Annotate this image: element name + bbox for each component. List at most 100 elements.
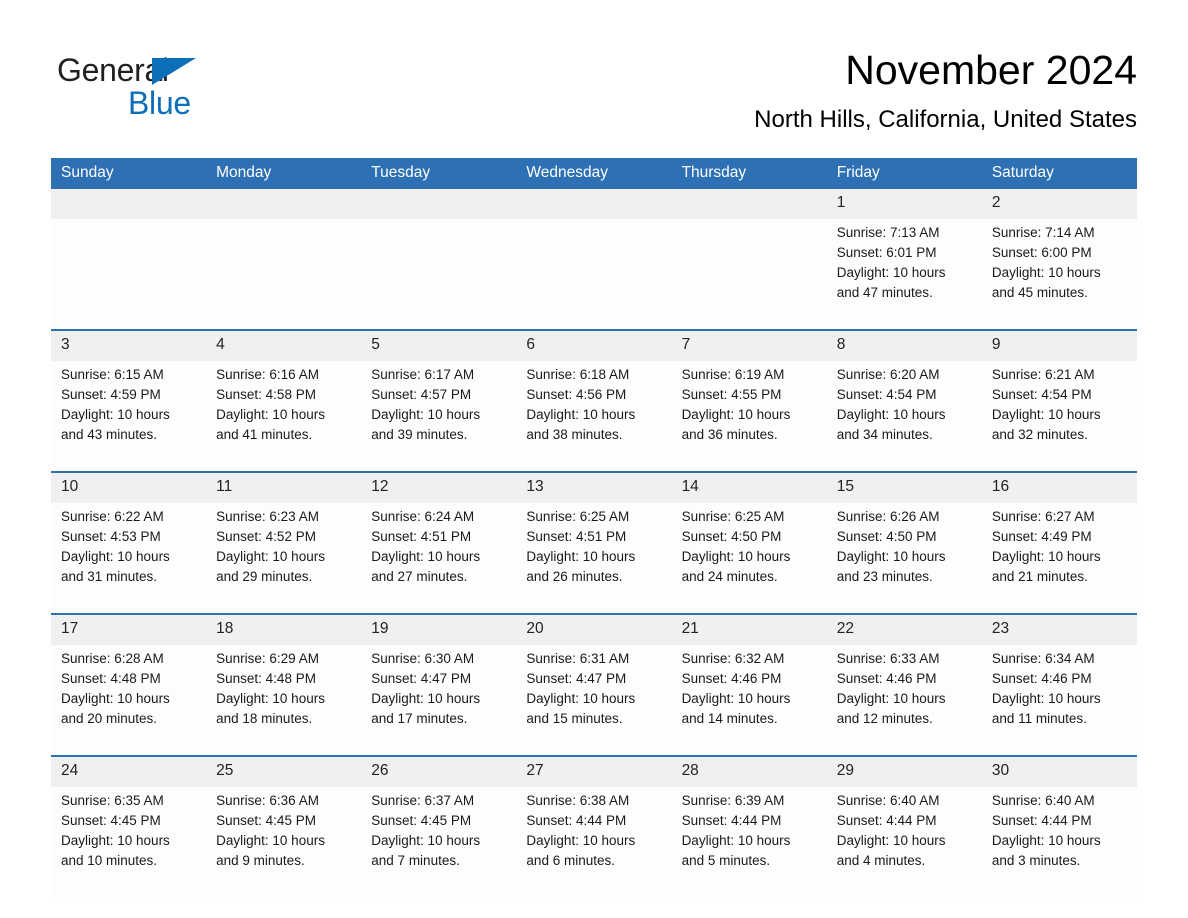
day-daylight-text: and 39 minutes. [371, 427, 468, 442]
day-number[interactable]: 23 [981, 613, 1137, 645]
day-daylight-text: and 10 minutes. [61, 853, 158, 868]
day-cell: Sunrise: 6:29 AM Sunset: 4:48 PM Daylight:… [206, 645, 362, 756]
generalblue-logo[interactable]: General Blue [57, 52, 277, 122]
day-daylight-text: and 20 minutes. [61, 711, 158, 726]
day-number[interactable]: 29 [826, 755, 982, 787]
day-daylight-text: and 24 minutes. [681, 569, 778, 584]
day-number[interactable]: 5 [361, 329, 517, 361]
day-daylight-text: and 18 minutes. [216, 711, 313, 726]
day-sunrise-text: Sunrise: 6:40 AM [991, 793, 1095, 808]
day-sunrise-text: Sunrise: 6:29 AM [216, 651, 319, 666]
day-cell: Sunrise: 6:27 AM Sunset: 4:49 PM Daylight:… [981, 503, 1137, 614]
day-daylight-text: and 23 minutes. [836, 569, 933, 584]
day-sunset-text: Sunset: 4:51 PM [371, 529, 472, 544]
day-number[interactable]: 22 [826, 613, 982, 645]
day-daylight-text: Daylight: 10 hours [836, 691, 946, 706]
page-title: November 2024 [845, 47, 1137, 93]
day-sunset-text: Sunset: 4:47 PM [371, 671, 472, 686]
week-detail-row: Sunrise: 6:22 AM Sunset: 4:53 PM Daylight:… [51, 503, 1137, 614]
weekday-header-friday: Friday [826, 158, 982, 189]
day-number[interactable]: 24 [51, 755, 207, 787]
day-sunset-text: Sunset: 6:00 PM [991, 245, 1092, 260]
day-number[interactable]: 9 [981, 329, 1137, 361]
day-sunset-text: Sunset: 4:45 PM [61, 813, 161, 828]
day-number[interactable]: 7 [671, 329, 827, 361]
day-sunset-text: Sunset: 4:45 PM [216, 813, 316, 828]
day-daylight-text: Daylight: 10 hours [526, 691, 636, 706]
day-daylight-text: Daylight: 10 hours [216, 833, 325, 848]
day-daylight-text: Daylight: 10 hours [681, 691, 791, 706]
day-daylight-text: and 47 minutes. [836, 285, 933, 300]
day-number[interactable]: 4 [206, 329, 362, 361]
day-sunset-text: Sunset: 4:50 PM [836, 529, 937, 544]
day-number[interactable]: 6 [516, 329, 672, 361]
day-cell: Sunrise: 6:30 AM Sunset: 4:47 PM Daylight:… [361, 645, 517, 756]
day-sunset-text: Sunset: 4:59 PM [61, 387, 161, 402]
day-number[interactable]: 17 [51, 613, 207, 645]
week-detail-row: Sunrise: 7:13 AM Sunset: 6:01 PM Daylight:… [51, 219, 1137, 330]
day-daylight-text: and 34 minutes. [836, 427, 933, 442]
day-daylight-text: Daylight: 10 hours [61, 407, 170, 422]
day-cell: Sunrise: 6:37 AM Sunset: 4:45 PM Daylight:… [361, 787, 517, 897]
day-sunset-text: Sunset: 4:56 PM [526, 387, 627, 402]
day-number[interactable]: 28 [671, 755, 827, 787]
day-number[interactable]: 26 [361, 755, 517, 787]
day-sunrise-text: Sunrise: 6:37 AM [371, 793, 475, 808]
day-number[interactable]: 15 [826, 471, 982, 503]
day-daylight-text: Daylight: 10 hours [61, 833, 170, 848]
day-sunset-text: Sunset: 4:53 PM [61, 529, 161, 544]
day-daylight-text: Daylight: 10 hours [216, 549, 325, 564]
day-number[interactable]: 12 [361, 471, 517, 503]
day-sunset-text: Sunset: 4:44 PM [991, 813, 1092, 828]
day-sunset-text: Sunset: 4:50 PM [681, 529, 782, 544]
day-sunset-text: Sunset: 4:55 PM [681, 387, 782, 402]
day-number[interactable]: 14 [671, 471, 827, 503]
day-sunrise-text: Sunrise: 6:18 AM [526, 367, 630, 382]
day-number[interactable]: 2 [981, 189, 1137, 219]
day-sunset-text: Sunset: 4:44 PM [681, 813, 782, 828]
day-daylight-text: Daylight: 10 hours [836, 549, 946, 564]
day-number[interactable]: 18 [206, 613, 362, 645]
day-number[interactable]: 1 [826, 189, 982, 219]
day-number[interactable]: 30 [981, 755, 1137, 787]
day-number[interactable]: 21 [671, 613, 827, 645]
day-sunrise-text: Sunrise: 6:40 AM [836, 793, 940, 808]
weekday-header-monday: Monday [206, 158, 362, 189]
week-number-row: 12 [51, 189, 1137, 219]
day-daylight-text: Daylight: 10 hours [61, 549, 170, 564]
day-sunset-text: Sunset: 4:45 PM [371, 813, 472, 828]
day-daylight-text: Daylight: 10 hours [371, 407, 481, 422]
day-daylight-text: Daylight: 10 hours [371, 833, 481, 848]
day-number[interactable]: 10 [51, 471, 207, 503]
day-sunrise-text: Sunrise: 7:13 AM [836, 225, 940, 240]
day-number[interactable]: 27 [516, 755, 672, 787]
day-sunrise-text: Sunrise: 6:34 AM [991, 651, 1095, 666]
day-cell: Sunrise: 6:25 AM Sunset: 4:51 PM Daylight:… [516, 503, 672, 614]
day-number[interactable]: 20 [516, 613, 672, 645]
day-number[interactable]: 11 [206, 471, 362, 503]
day-sunset-text: Sunset: 4:49 PM [991, 529, 1092, 544]
day-daylight-text: and 6 minutes. [526, 853, 615, 868]
day-daylight-text: and 29 minutes. [216, 569, 313, 584]
day-cell: Sunrise: 6:35 AM Sunset: 4:45 PM Daylight:… [51, 787, 207, 897]
day-number[interactable]: 13 [516, 471, 672, 503]
day-cell: Sunrise: 6:24 AM Sunset: 4:51 PM Daylight:… [361, 503, 517, 614]
day-number[interactable]: 19 [361, 613, 517, 645]
day-sunset-text: Sunset: 6:01 PM [836, 245, 937, 260]
day-sunrise-text: Sunrise: 6:28 AM [61, 651, 164, 666]
day-sunrise-text: Sunrise: 6:17 AM [371, 367, 475, 382]
day-cell: Sunrise: 6:40 AM Sunset: 4:44 PM Daylight:… [826, 787, 982, 897]
day-number[interactable]: 8 [826, 329, 982, 361]
day-sunrise-text: Sunrise: 6:32 AM [681, 651, 785, 666]
logo-triangle-icon [152, 58, 196, 85]
day-cell-empty [206, 219, 362, 330]
day-number[interactable]: 3 [51, 329, 207, 361]
day-number[interactable]: 16 [981, 471, 1137, 503]
day-cell: Sunrise: 6:31 AM Sunset: 4:47 PM Daylight:… [516, 645, 672, 756]
day-number-empty [51, 189, 207, 219]
day-daylight-text: and 9 minutes. [216, 853, 305, 868]
day-cell: Sunrise: 6:22 AM Sunset: 4:53 PM Daylight:… [51, 503, 207, 614]
day-cell: Sunrise: 6:18 AM Sunset: 4:56 PM Daylight:… [516, 361, 672, 472]
day-number[interactable]: 25 [206, 755, 362, 787]
day-daylight-text: and 41 minutes. [216, 427, 313, 442]
